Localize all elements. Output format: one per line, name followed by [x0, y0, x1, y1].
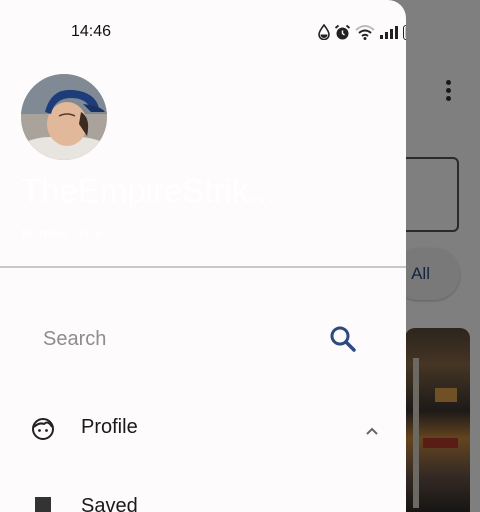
bookmark-icon [35, 497, 51, 512]
nav-item-profile[interactable]: Profile [0, 401, 406, 457]
nav-label-saved: Saved [81, 495, 138, 512]
avatar-photo [21, 74, 107, 160]
face-icon [32, 418, 54, 440]
header-divider [0, 266, 406, 268]
navigation-drawer: 14:46 TheEmpireStrik... Member since Sea… [0, 0, 406, 512]
status-bar: 14:46 [0, 0, 406, 60]
avatar[interactable] [21, 74, 107, 160]
nav-item-saved[interactable]: Saved [0, 480, 406, 512]
signal-icon [380, 26, 398, 39]
alarm-icon [334, 24, 351, 39]
wifi-icon [355, 25, 375, 40]
drop-icon [318, 24, 330, 40]
nav-label-profile: Profile [81, 416, 138, 438]
search-bar [43, 322, 363, 356]
username: TheEmpireStrik... [21, 172, 276, 209]
search-input[interactable] [43, 322, 303, 356]
status-time: 14:46 [71, 23, 112, 40]
status-icons: 27 [318, 22, 406, 42]
chevron-up-icon[interactable] [362, 421, 382, 441]
battery-icon: 27 [403, 24, 406, 40]
search-icon[interactable] [328, 324, 358, 354]
user-subtitle: Member since [21, 226, 103, 241]
